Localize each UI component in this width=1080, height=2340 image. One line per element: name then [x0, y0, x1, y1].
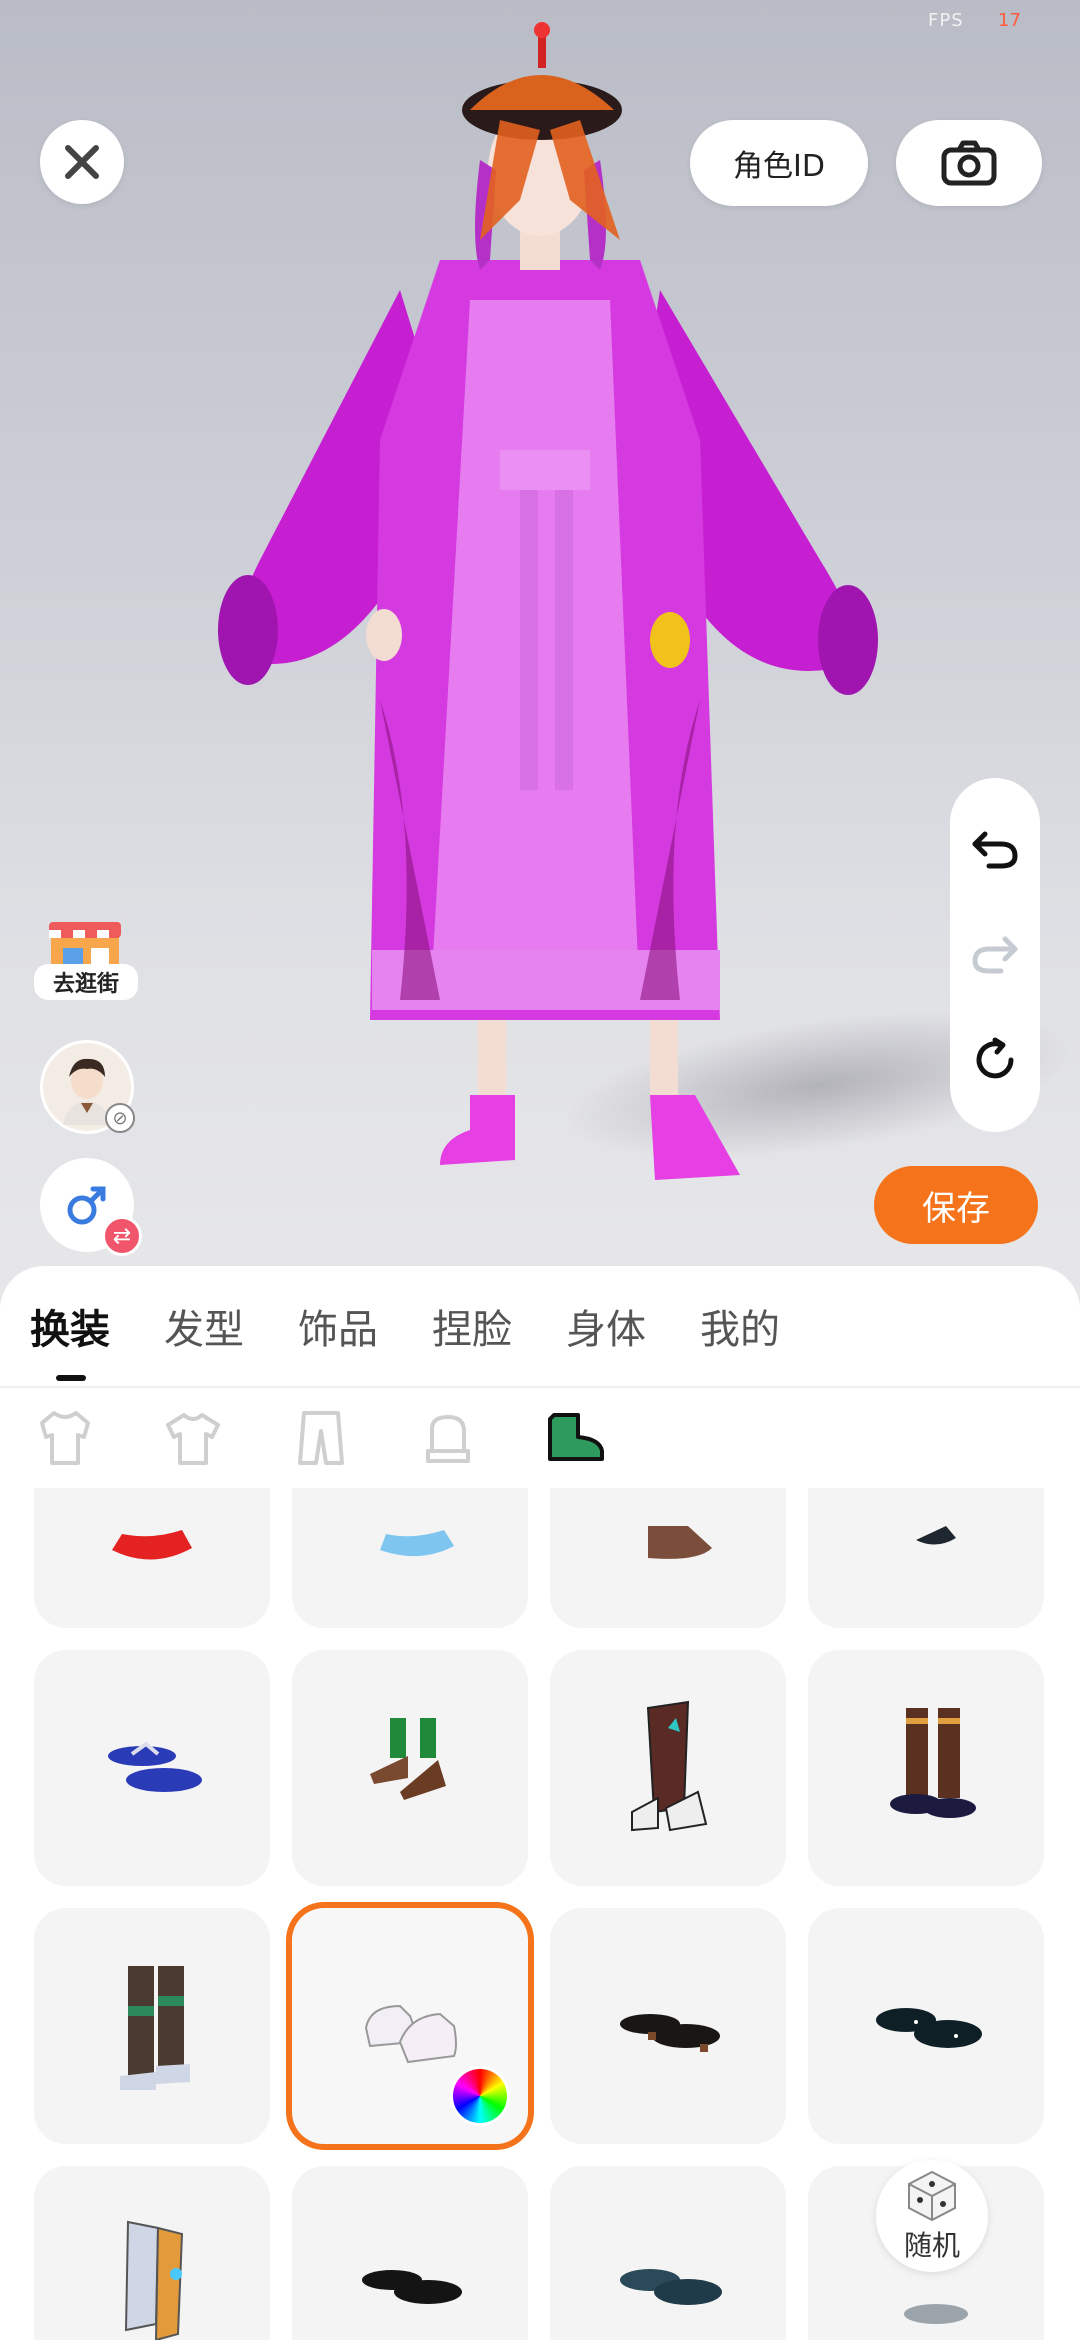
mecha-boot-icon [124, 2220, 184, 2340]
go-shopping-label: 去逛街 [34, 964, 138, 1000]
shoe-item[interactable] [550, 1908, 786, 2144]
blue-shoe-icon [380, 1530, 454, 1557]
armored-boot-icon [120, 1966, 190, 2090]
save-button[interactable]: 保存 [874, 1166, 1038, 1244]
dice-icon [908, 2170, 956, 2222]
green-sock-shoe-icon [370, 1718, 446, 1800]
tab-accessories[interactable]: 饰品 [298, 1297, 378, 1355]
category-tabs: 换装 发型 饰品 捏脸 身体 我的 [0, 1266, 1080, 1386]
blue-sandal-icon [108, 1741, 202, 1792]
teal-shoe-icon [620, 2269, 722, 2305]
shoe-item[interactable] [550, 1650, 786, 1886]
fps-value: 17 [998, 10, 1021, 31]
shoe-item[interactable] [34, 2166, 270, 2340]
gender-button[interactable]: ⇄ [40, 1158, 142, 1256]
subcat-pants[interactable] [288, 1405, 354, 1471]
shoe-item[interactable] [34, 1488, 270, 1628]
shoe-item[interactable] [34, 1650, 270, 1886]
shoe-item[interactable] [808, 1650, 1044, 1886]
shoe-item[interactable] [808, 1908, 1044, 2144]
tab-outfit[interactable]: 换装 [30, 1297, 110, 1381]
shoe-item[interactable] [292, 2166, 528, 2340]
swap-icon: ⇄ [102, 1216, 142, 1256]
brown-boot-icon [648, 1526, 712, 1559]
avatar-viewport[interactable]: FPS 17 角色ID 去逛街 ⊘ ⇄ 保存 [0, 0, 1080, 1300]
glove-icon [426, 1415, 470, 1463]
male-icon [67, 1186, 106, 1225]
random-label: 随机 [903, 2229, 960, 2262]
black-loafer-icon [620, 2014, 720, 2052]
shoe-item[interactable] [550, 1488, 786, 1628]
pants-icon [298, 1411, 344, 1465]
undo-icon[interactable] [971, 826, 1019, 870]
red-shoe-icon [112, 1530, 192, 1560]
black-shoe-icon [362, 2270, 462, 2304]
shoe-item-selected[interactable] [292, 1908, 528, 2144]
tall-brown-boot-icon [890, 1708, 976, 1818]
subcat-suit[interactable] [32, 1405, 98, 1471]
shoe-item[interactable] [34, 1908, 270, 2144]
top-icon [166, 1413, 220, 1465]
dark-shoe-icon [916, 1526, 956, 1545]
camera-icon [941, 140, 997, 186]
suit-icon [40, 1411, 90, 1465]
shoe-item[interactable] [292, 1650, 528, 1886]
knight-boot-icon [631, 1700, 708, 1832]
avatar[interactable]: ⊘ [40, 1040, 135, 1134]
fps-label: FPS [928, 10, 964, 31]
tab-face[interactable]: 捏脸 [432, 1297, 512, 1355]
dark-loafer-icon [876, 2008, 982, 2048]
shoe-icon [548, 1413, 604, 1461]
subcat-gloves[interactable] [416, 1405, 482, 1471]
color-picker-icon[interactable] [450, 2066, 510, 2126]
no-entry-icon: ⊘ [105, 1103, 135, 1133]
subcategory-bar [0, 1388, 1080, 1488]
go-shopping-button[interactable]: 去逛街 [34, 900, 138, 1000]
close-button[interactable] [40, 120, 124, 204]
tab-mine[interactable]: 我的 [700, 1297, 780, 1355]
history-panel [950, 778, 1040, 1132]
random-button[interactable]: 随机 [876, 2160, 988, 2272]
reset-icon[interactable] [971, 1036, 1019, 1084]
role-id-button[interactable]: 角色ID [690, 120, 868, 206]
redo-icon[interactable] [971, 931, 1019, 975]
shoe-item[interactable] [550, 2166, 786, 2340]
tab-hairstyle[interactable]: 发型 [164, 1297, 244, 1355]
subcat-top[interactable] [160, 1405, 226, 1471]
tab-body[interactable]: 身体 [566, 1297, 646, 1355]
subcat-shoes[interactable] [544, 1405, 610, 1471]
shoe-item[interactable] [808, 1488, 1044, 1628]
close-icon [65, 145, 99, 179]
camera-button[interactable] [896, 120, 1042, 206]
shoe-item[interactable] [292, 1488, 528, 1628]
